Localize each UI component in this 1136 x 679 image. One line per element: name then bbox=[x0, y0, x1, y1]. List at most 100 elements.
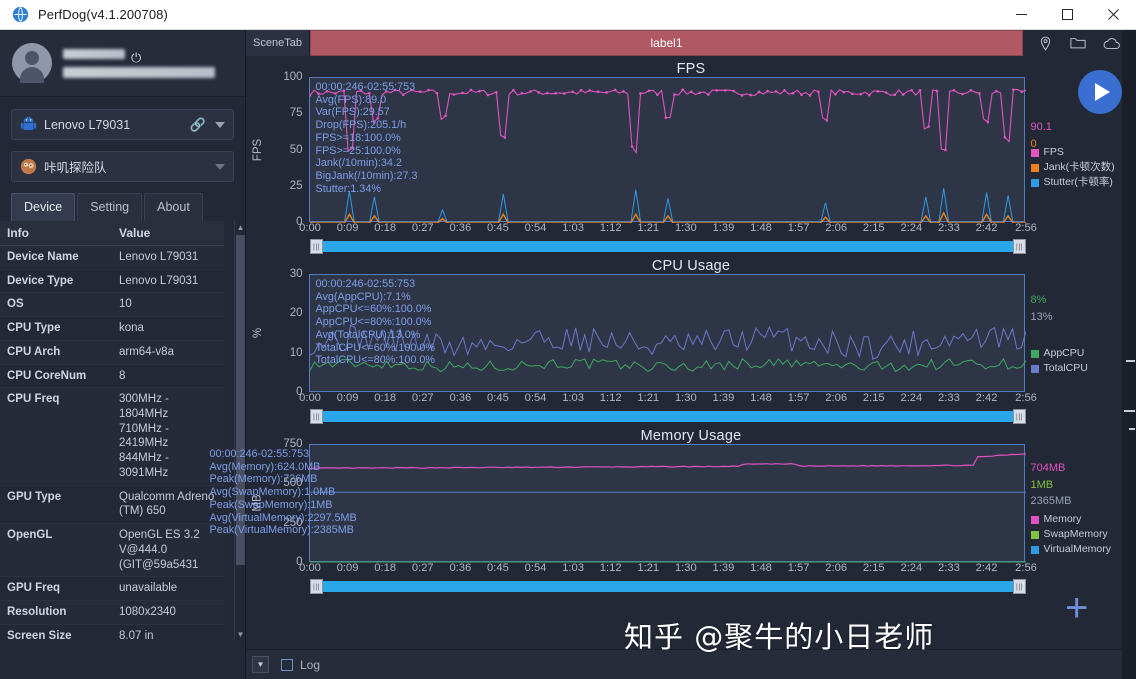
info-key: Resolution bbox=[0, 600, 112, 625]
chart-time-scrollbar[interactable]: ||| ||| bbox=[310, 579, 1026, 594]
table-row[interactable]: CPU Arch arm64-v8a bbox=[0, 340, 224, 365]
table-row[interactable]: Resolution 1080x2340 bbox=[0, 600, 224, 625]
x-tick: 1:57 bbox=[787, 392, 810, 404]
log-checkbox[interactable]: Log bbox=[281, 658, 320, 672]
legend-swatch bbox=[1030, 546, 1039, 555]
x-tick: 2:42 bbox=[975, 222, 998, 234]
x-axis: 0:00 0:09 0:18 0:27 0:36 0:45 0:54 1:03 1:12 1:21… bbox=[299, 222, 1136, 237]
x-tick: 0:36 bbox=[449, 222, 472, 234]
info-value: unavailable bbox=[112, 576, 224, 601]
app-select[interactable]: 咔叽探险队 bbox=[11, 151, 234, 182]
scrollbar-handle-right[interactable]: ||| bbox=[1013, 409, 1026, 424]
chart-time-scrollbar[interactable]: ||| ||| bbox=[310, 239, 1026, 254]
folder-icon[interactable] bbox=[1070, 36, 1086, 50]
current-value: 704MB bbox=[1030, 462, 1066, 474]
y-tick: 30 bbox=[289, 268, 303, 280]
table-row[interactable]: OpenGL OpenGL ES 3.2 V@444.0 (GIT@59a5431 bbox=[0, 523, 224, 578]
legend-swatch bbox=[1030, 163, 1039, 172]
scrollbar-handle-left[interactable]: ||| bbox=[310, 579, 323, 594]
x-tick: 0:27 bbox=[411, 392, 434, 404]
plot-row: FPS 0 25 50 75 100 00:00:246-02:55:753 Avg(FPS)… bbox=[246, 71, 1136, 228]
plot-area[interactable]: 00:00:246-02:55:753 Avg(AppCPU):7.1% AppCP… bbox=[308, 274, 1026, 392]
close-button[interactable] bbox=[1090, 0, 1136, 30]
scrollbar-handle-right[interactable]: ||| bbox=[1013, 579, 1026, 594]
table-row[interactable]: Device Type Lenovo L79031 bbox=[0, 269, 224, 294]
device-select[interactable]: Lenovo L79031 🔗 bbox=[11, 109, 234, 140]
chevron-down-icon[interactable]: ▼ bbox=[252, 656, 269, 673]
log-checkbox-box[interactable] bbox=[281, 658, 293, 671]
scroll-up-icon[interactable]: ▲ bbox=[236, 221, 245, 234]
scrollbar-thumb[interactable] bbox=[236, 235, 245, 565]
x-tick: 0:09 bbox=[336, 562, 359, 574]
chart-0: FPS FPS 0 25 50 75 100 00:00:246-02:55:753 Avg(F… bbox=[246, 56, 1136, 254]
tab-setting[interactable]: Setting bbox=[77, 193, 143, 221]
scrollbar-handle-right[interactable]: ||| bbox=[1013, 239, 1026, 254]
avatar[interactable] bbox=[12, 43, 52, 83]
chevron-down-icon[interactable] bbox=[215, 163, 225, 170]
x-tick: 1:30 bbox=[674, 222, 697, 234]
legend-item[interactable]: TotalCPU bbox=[1030, 361, 1088, 376]
x-tick: 1:12 bbox=[599, 562, 622, 574]
scene-label-bar[interactable]: label1 bbox=[310, 30, 1023, 56]
info-value: Lenovo L79031 bbox=[112, 269, 224, 294]
info-value: OpenGL ES 3.2 V@444.0 (GIT@59a5431 bbox=[112, 523, 224, 578]
table-row[interactable]: OS 10 bbox=[0, 292, 224, 318]
x-tick: 0:45 bbox=[487, 222, 509, 234]
legend-item[interactable]: Jank(卡顿次数) bbox=[1030, 160, 1115, 175]
scene-tab[interactable]: SceneTab bbox=[246, 30, 310, 56]
y-axis-ticks: 0 10 20 30 bbox=[269, 268, 308, 398]
maximize-button[interactable] bbox=[1044, 0, 1090, 30]
minimize-button[interactable] bbox=[998, 0, 1044, 30]
x-axis: 0:00 0:09 0:18 0:27 0:36 0:45 0:54 1:03 1:12 1:21… bbox=[299, 392, 1136, 407]
legend-item[interactable]: FPS bbox=[1030, 145, 1115, 160]
table-row[interactable]: CPU CoreNum 8 bbox=[0, 364, 224, 389]
table-row[interactable]: Device Name Lenovo L79031 bbox=[0, 245, 224, 270]
location-pin-icon[interactable] bbox=[1038, 36, 1053, 51]
device-select-value: Lenovo L79031 bbox=[44, 117, 131, 132]
x-tick: 1:48 bbox=[750, 562, 772, 574]
tab-about[interactable]: About bbox=[144, 193, 203, 221]
cloud-icon[interactable] bbox=[1103, 37, 1121, 50]
legend-item[interactable]: AppCPU bbox=[1030, 346, 1088, 361]
info-value: kona bbox=[112, 316, 224, 341]
scene-tools bbox=[1023, 30, 1136, 56]
device-info-table: Info Value Device Name Lenovo L79031 Devic… bbox=[0, 221, 224, 641]
current-value: 8% bbox=[1030, 294, 1047, 306]
table-row[interactable]: GPU Type Qualcomm Adreno (TM) 650 bbox=[0, 485, 224, 525]
info-key: CPU Arch bbox=[0, 340, 112, 365]
power-icon[interactable]: ⏻ bbox=[131, 51, 141, 64]
table-row[interactable]: CPU Type kona bbox=[0, 316, 224, 341]
legend-label: Jank(卡顿次数) bbox=[1043, 161, 1115, 174]
scroll-down-icon[interactable]: ▼ bbox=[236, 628, 245, 641]
scrollbar-fill[interactable] bbox=[320, 241, 1016, 252]
legend-item[interactable]: Stutter(卡顿率) bbox=[1030, 175, 1115, 190]
table-row[interactable]: GPU Freq unavailable bbox=[0, 576, 224, 601]
legend-label: VirtualMemory bbox=[1043, 543, 1112, 556]
scrollbar-fill[interactable] bbox=[320, 581, 1016, 592]
y-axis-ticks: 0 250 500 750 bbox=[269, 438, 308, 568]
plot-area[interactable]: 00:00:246-02:55:753 Avg(FPS):89.0 Var(FPS)… bbox=[308, 77, 1026, 223]
scrollbar-fill[interactable] bbox=[320, 411, 1016, 422]
legend-item[interactable]: VirtualMemory bbox=[1030, 542, 1112, 557]
sidebar-scrollbar[interactable]: ▲ ▼ bbox=[234, 221, 245, 641]
plot-row: % 0 10 20 30 00:00:246-02:55:753 Avg(AppCPU):7… bbox=[246, 268, 1136, 398]
table-row[interactable]: Screen Size 8.07 in bbox=[0, 624, 224, 641]
scrollbar-handle-left[interactable]: ||| bbox=[310, 409, 323, 424]
plot-area[interactable]: 00:00:246-02:55:753 Avg(Memory):624.0MB Pe… bbox=[210, 444, 1026, 563]
x-tick: 0:00 bbox=[299, 392, 321, 404]
scrollbar-handle-left[interactable]: ||| bbox=[310, 239, 323, 254]
tab-device[interactable]: Device bbox=[11, 193, 76, 221]
chevron-down-icon[interactable] bbox=[215, 121, 225, 128]
info-key: CPU CoreNum bbox=[0, 364, 112, 389]
x-tick: 0:09 bbox=[336, 392, 359, 404]
play-button[interactable] bbox=[1078, 70, 1122, 114]
chart-time-scrollbar[interactable]: ||| ||| bbox=[310, 409, 1026, 424]
chart-side-stats: 8% 13% AppCPU TotalCPU bbox=[1025, 274, 1136, 392]
user-profile: ⏻ bbox=[0, 30, 245, 97]
watermark-plus-icon: + bbox=[1065, 586, 1089, 630]
table-row[interactable]: CPU Freq 300MHz - 1804MHz 710MHz - 2419MH… bbox=[0, 387, 224, 486]
x-tick: 1:39 bbox=[712, 562, 735, 574]
usb-link-icon[interactable]: 🔗 bbox=[190, 117, 206, 133]
legend-item[interactable]: Memory bbox=[1030, 512, 1112, 527]
legend-item[interactable]: SwapMemory bbox=[1030, 527, 1112, 542]
